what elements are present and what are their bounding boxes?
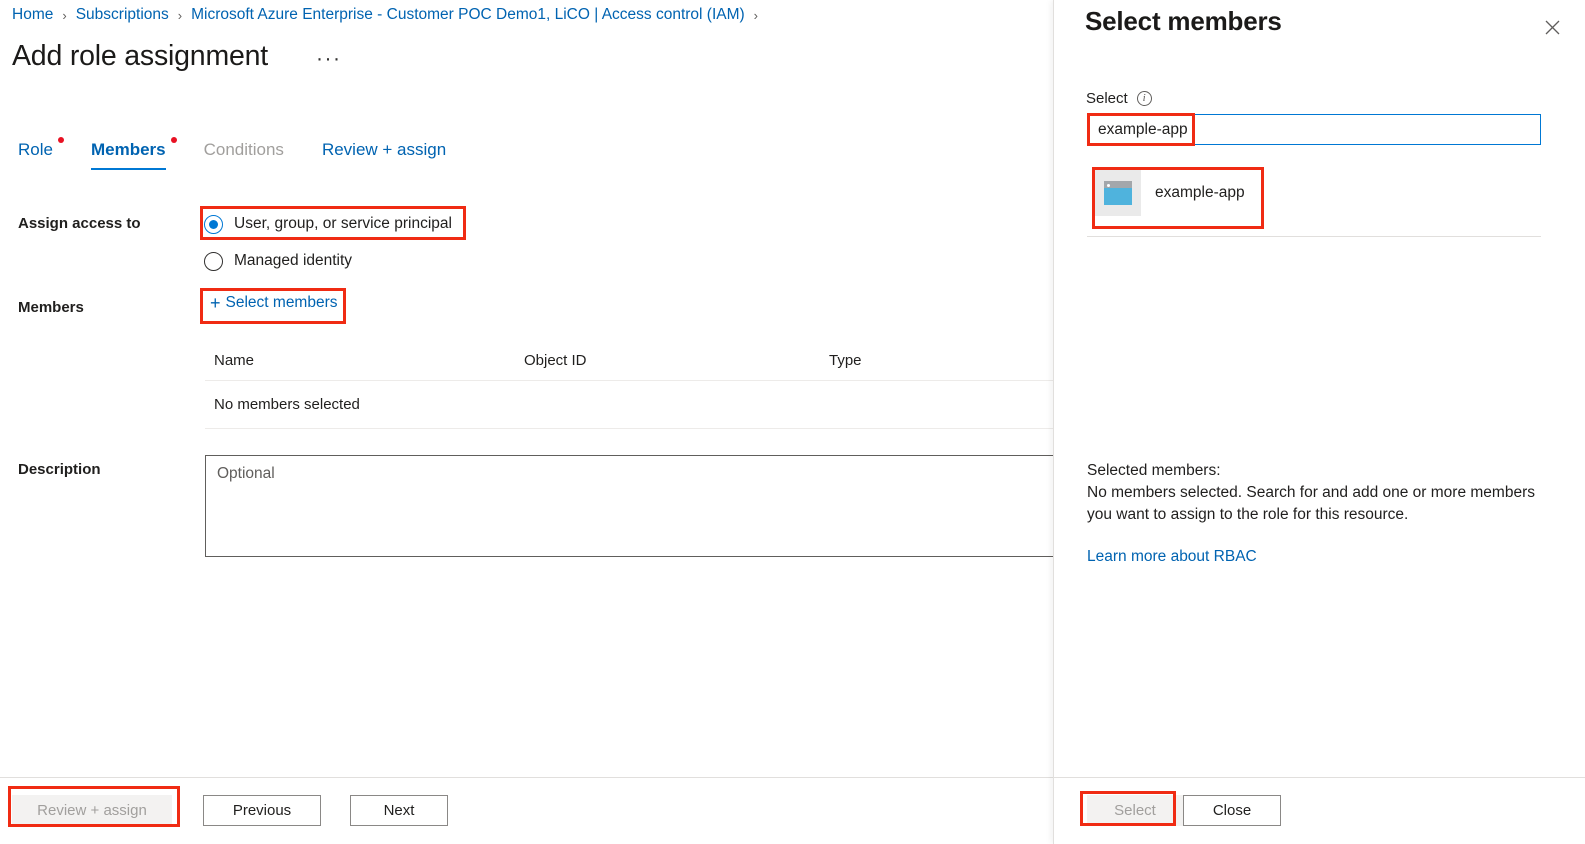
radio-user-group-label: User, group, or service principal	[234, 215, 452, 233]
previous-button[interactable]: Previous	[203, 795, 321, 826]
page-title: Add role assignment	[12, 40, 268, 73]
members-label: Members	[18, 299, 84, 316]
review-assign-button[interactable]: Review + assign	[12, 795, 172, 826]
panel-close-button[interactable]: Close	[1183, 795, 1281, 826]
assign-access-to-label: Assign access to	[18, 215, 141, 232]
panel-footer: Select Close	[1054, 777, 1585, 844]
tab-members[interactable]: Members	[91, 140, 182, 170]
required-dot-icon	[58, 137, 64, 143]
search-results-list: example-app	[1087, 162, 1541, 237]
list-item[interactable]: example-app	[1087, 162, 1541, 224]
plus-icon: +	[210, 294, 221, 312]
breadcrumb-separator-icon: ›	[754, 8, 758, 23]
description-placeholder: Optional	[206, 456, 1053, 492]
azure-portal-screen: Home › Subscriptions › Microsoft Azure E…	[0, 0, 1585, 844]
active-tab-underline	[91, 168, 166, 171]
select-members-button[interactable]: + Select members	[206, 292, 342, 314]
tab-role[interactable]: Role	[18, 140, 69, 170]
selected-members-body: No members selected. Search for and add …	[1087, 482, 1557, 526]
breadcrumb: Home › Subscriptions › Microsoft Azure E…	[12, 6, 758, 24]
member-search-input[interactable]	[1087, 114, 1541, 145]
radio-user-group-service-principal[interactable]: User, group, or service principal	[204, 209, 452, 239]
select-label-text: Select	[1086, 90, 1128, 107]
more-options-icon[interactable]: ···	[316, 48, 341, 69]
add-role-assignment-blade: Home › Subscriptions › Microsoft Azure E…	[0, 0, 1053, 844]
description-field[interactable]: Optional	[205, 455, 1053, 557]
breadcrumb-item-access-control[interactable]: Microsoft Azure Enterprise - Customer PO…	[191, 6, 745, 24]
breadcrumb-item-subscriptions[interactable]: Subscriptions	[76, 6, 169, 24]
tab-review-assign[interactable]: Review + assign	[322, 140, 462, 170]
tab-role-label: Role	[18, 140, 53, 159]
breadcrumb-separator-icon: ›	[62, 8, 66, 23]
description-label: Description	[18, 461, 101, 478]
column-header-type: Type	[829, 352, 1029, 369]
tab-members-label: Members	[91, 140, 166, 159]
breadcrumb-item-home[interactable]: Home	[12, 6, 53, 24]
selected-members-heading: Selected members:	[1087, 460, 1557, 482]
app-registration-icon	[1095, 170, 1141, 216]
result-item-name: example-app	[1155, 184, 1245, 202]
radio-managed-identity-label: Managed identity	[234, 252, 352, 270]
panel-select-button[interactable]: Select	[1087, 795, 1183, 826]
select-members-label: Select members	[226, 294, 338, 312]
learn-more-rbac-link[interactable]: Learn more about RBAC	[1087, 548, 1257, 566]
members-table-header: Name Object ID Type	[205, 352, 1053, 381]
tab-conditions-label: Conditions	[204, 140, 284, 159]
table-row: No members selected	[205, 381, 1053, 429]
radio-unselected-icon	[204, 252, 223, 271]
tab-review-assign-label: Review + assign	[322, 140, 446, 159]
wizard-tabs: Role Members Conditions Review + assign	[18, 140, 484, 170]
members-table: Name Object ID Type No members selected	[205, 352, 1053, 429]
app-icon-dot	[1107, 184, 1110, 187]
required-dot-icon	[171, 137, 177, 143]
select-members-panel: Select members Select i example-app Sele…	[1053, 0, 1585, 844]
select-field-label: Select i	[1086, 90, 1152, 107]
breadcrumb-separator-icon: ›	[178, 8, 182, 23]
radio-selected-icon	[204, 215, 223, 234]
column-header-name: Name	[214, 352, 524, 369]
column-header-object-id: Object ID	[524, 352, 829, 369]
blade-footer: Review + assign Previous Next	[0, 777, 1053, 844]
next-button[interactable]: Next	[350, 795, 448, 826]
assign-access-radio-group: User, group, or service principal Manage…	[204, 209, 452, 276]
selected-members-summary: Selected members: No members selected. S…	[1087, 460, 1557, 526]
close-icon[interactable]	[1539, 14, 1565, 40]
info-icon[interactable]: i	[1137, 91, 1152, 106]
tab-conditions: Conditions	[204, 140, 300, 170]
empty-members-message: No members selected	[214, 396, 360, 413]
panel-title: Select members	[1085, 6, 1282, 37]
radio-managed-identity[interactable]: Managed identity	[204, 246, 452, 276]
